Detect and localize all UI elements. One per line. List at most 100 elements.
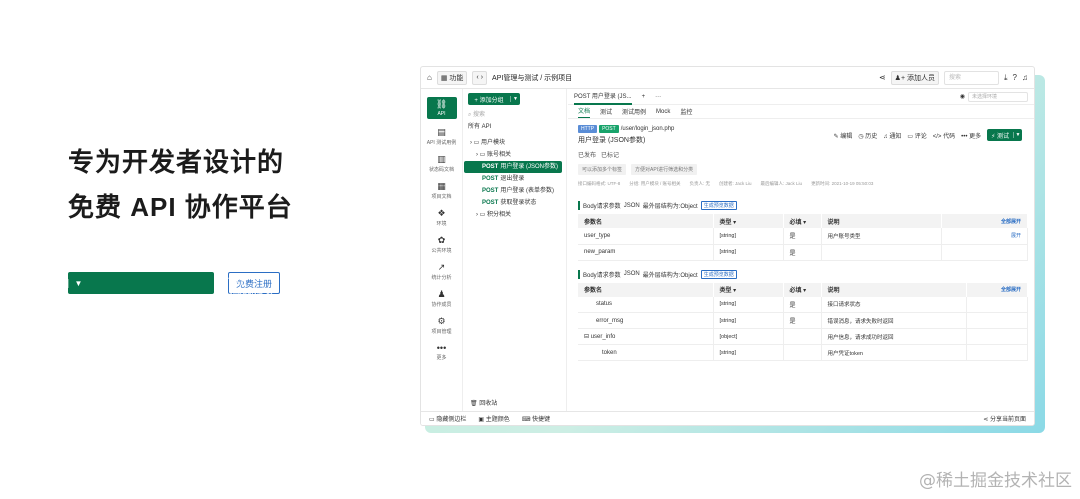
row-expand-link[interactable]: 展开 bbox=[941, 228, 1029, 245]
sidebar-item-label: 项目文档 bbox=[431, 194, 452, 200]
sort-icon[interactable]: ▾ bbox=[732, 220, 736, 226]
table-header: 类型 ▾ bbox=[713, 214, 784, 228]
action-button[interactable]: ••• 更多 bbox=[961, 131, 981, 140]
sidebar-item[interactable]: ••• 更多 bbox=[421, 343, 462, 361]
param-type: [string] bbox=[713, 312, 784, 329]
share-page-button[interactable]: ⋖ 分享当前页面 bbox=[983, 414, 1026, 423]
table-header: 参数名 bbox=[578, 214, 714, 228]
cta-group: ⬇ 下载 Windows 客户端 ▼ 免费注册 bbox=[68, 272, 281, 313]
add-user-icon: ♟+ bbox=[894, 74, 906, 82]
param-type: [string] bbox=[713, 344, 784, 361]
top-bar: ⌂ ▦ 功能 ‹ › API管理与测试 / 示例项目 ⋖ ♟+ 添加人员 搜索 … bbox=[421, 67, 1034, 89]
tree-search-input[interactable]: ⌕ 搜索 bbox=[468, 109, 562, 119]
sub-tabs: 文档 测试 测试用例 Mock 监控 bbox=[568, 105, 1034, 119]
sidebar-item[interactable]: ♟ 协作成员 bbox=[421, 289, 462, 308]
link-icon: ⛓ bbox=[426, 97, 457, 111]
bell-icon[interactable]: ♫ bbox=[1022, 73, 1028, 82]
generate-preview-button[interactable]: 生成预览数据 bbox=[700, 269, 737, 279]
sort-icon[interactable]: ▾ bbox=[732, 288, 736, 294]
subtab[interactable]: Mock bbox=[656, 109, 670, 115]
row-expand-link bbox=[941, 244, 1029, 261]
sidebar-item[interactable]: ▤ API 测试用例 bbox=[421, 127, 462, 146]
api-meta: 接口编码格式: UTF-8 分组: 用户模块 / 账号相关 负责人: 无 创建者: J… bbox=[578, 181, 1024, 187]
table-row: user_type [string] 是用户账号类型 展开 bbox=[578, 228, 1029, 245]
download-button[interactable]: ⬇ 下载 Windows 客户端 ▼ bbox=[68, 272, 275, 313]
status-item[interactable]: ▭ 隐藏侧边栏 bbox=[429, 414, 466, 423]
table-header-row: 参数名 类型 ▾ 必填 ▾ 说明 全部展开 bbox=[578, 214, 1029, 228]
main-panel: POST 用户登录 (JS... + ··· ◉ 未选择环境 文档 测试 测试用例 Mo… bbox=[568, 89, 1034, 411]
status-item[interactable]: ▣ 主题颜色 bbox=[478, 414, 509, 423]
action-button[interactable]: ♫ 通知 bbox=[883, 131, 901, 140]
tree-node[interactable]: POST 获取登录状态 bbox=[464, 197, 566, 209]
more-tabs-icon[interactable]: ··· bbox=[655, 94, 661, 100]
sort-icon[interactable]: ▾ bbox=[802, 288, 806, 294]
breadcrumb: API管理与测试 / 示例项目 bbox=[492, 74, 573, 82]
sidebar-item[interactable]: ↗ 统计分析 bbox=[421, 262, 462, 281]
subtab[interactable]: 测试用例 bbox=[622, 107, 646, 116]
nav-back-forward[interactable]: ‹ › bbox=[472, 70, 488, 85]
invite-button[interactable]: ♟+ 添加人员 bbox=[890, 70, 939, 85]
action-button[interactable]: </> 代码 bbox=[933, 131, 955, 140]
tree-node[interactable]: POST 退出登录 bbox=[464, 173, 566, 185]
sidebar-item-label: 环境 bbox=[436, 221, 447, 227]
action-label: 历史 bbox=[865, 133, 878, 140]
chevron-down-icon[interactable]: ▼ bbox=[510, 96, 520, 102]
download-icon[interactable]: ⤓ bbox=[1004, 73, 1008, 83]
sidebar-item-label: 协作成员 bbox=[431, 302, 452, 308]
sidebar-item[interactable]: ❖ 环境 bbox=[421, 208, 462, 227]
status-label: 隐藏侧边栏 bbox=[436, 417, 467, 423]
test-button[interactable]: ⚡ 测试 ▼ bbox=[987, 129, 1022, 141]
subtab[interactable]: 文档 bbox=[578, 106, 591, 118]
api-tag: 方便对API进行筛选和分类 bbox=[631, 164, 698, 175]
expand-all-link[interactable]: 全部展开 bbox=[966, 282, 1028, 297]
status-item[interactable]: ⌨ 快捷键 bbox=[522, 414, 550, 423]
request-section-title: Body请求参数 JSON 最外层结构为:Object 生成预览数据 bbox=[578, 201, 1024, 210]
tab-open-api[interactable]: POST 用户登录 (JS... bbox=[574, 88, 632, 105]
tree-all-apis[interactable]: 所有 API bbox=[464, 121, 566, 133]
sidebar-item[interactable]: ✿ 公共环境 bbox=[421, 235, 462, 254]
sidebar-item[interactable]: ▦ 项目文档 bbox=[421, 181, 462, 200]
sidebar-item[interactable]: ⚙ 项目管理 bbox=[421, 316, 462, 335]
api-tag: 可以添加多个标签 bbox=[578, 164, 627, 175]
action-button[interactable]: ▭ 评论 bbox=[907, 131, 926, 140]
eye-icon[interactable]: ◉ bbox=[960, 93, 965, 100]
sort-icon[interactable]: ▾ bbox=[802, 220, 806, 226]
doc-icon: ▤ bbox=[437, 127, 446, 137]
search-input[interactable]: 搜索 bbox=[944, 70, 999, 85]
features-button[interactable]: ▦ 功能 bbox=[436, 70, 468, 85]
method-label: POST bbox=[482, 176, 499, 182]
env-icon: ❖ bbox=[437, 208, 446, 218]
action-button[interactable]: ◷ 历史 bbox=[858, 131, 877, 140]
search-icon: ⌕ bbox=[468, 112, 472, 118]
share-icon[interactable]: ⋖ bbox=[879, 73, 886, 82]
chevron-down-icon[interactable]: ▼ bbox=[1013, 132, 1022, 138]
subtab[interactable]: 监控 bbox=[680, 107, 692, 116]
action-button[interactable]: ✎ 编辑 bbox=[834, 131, 853, 140]
home-icon[interactable]: ⌂ bbox=[427, 73, 432, 82]
tree-node[interactable]: › ▭ 积分相关 bbox=[464, 209, 566, 221]
add-group-button[interactable]: + 添加分组 ▼ bbox=[468, 93, 520, 105]
status-label: 主题颜色 bbox=[485, 417, 510, 423]
chevron-down-icon[interactable]: ▼ bbox=[68, 278, 88, 288]
tree-node[interactable]: › ▭ 用户模块 bbox=[464, 137, 566, 149]
param-required bbox=[783, 328, 822, 345]
sidebar-item[interactable]: ▥ 状态码文档 bbox=[421, 154, 462, 173]
trash-item[interactable]: 🗑 回收站 bbox=[470, 398, 497, 407]
param-required: 是 bbox=[783, 312, 822, 329]
tree-node[interactable]: POST 用户登录 (表单参数) bbox=[464, 185, 566, 197]
api-tags: 可以添加多个标签 方便对API进行筛选和分类 bbox=[578, 164, 1024, 175]
tree-nodes: › ▭ 用户模块 › ▭ 账号相关 POST 用户登录 (JSON参数) POST 退出登… bbox=[464, 137, 566, 221]
help-icon[interactable]: ? bbox=[1013, 73, 1017, 82]
response-params-table: 参数名 类型 ▾ 必填 ▾ 说明 全部展开 status [string] 是接口请求状态 er… bbox=[578, 282, 1028, 361]
grid-icon: ▦ bbox=[440, 74, 448, 82]
tree-node[interactable]: POST 用户登录 (JSON参数) bbox=[464, 161, 562, 173]
expand-all-link[interactable]: 全部展开 bbox=[941, 214, 1029, 228]
new-tab-icon[interactable]: + bbox=[642, 94, 646, 100]
table-header-row: 参数名 类型 ▾ 必填 ▾ 说明 全部展开 bbox=[578, 282, 1028, 297]
param-desc: 错误消息，请求失败时返回 bbox=[821, 312, 968, 329]
generate-preview-button[interactable]: 生成预览数据 bbox=[700, 201, 737, 210]
sidebar-item[interactable]: ⛓ API bbox=[421, 97, 462, 119]
tree-node[interactable]: › ▭ 账号相关 bbox=[464, 149, 566, 161]
env-select[interactable]: 未选择环境 bbox=[968, 91, 1028, 102]
subtab[interactable]: 测试 bbox=[600, 107, 612, 116]
